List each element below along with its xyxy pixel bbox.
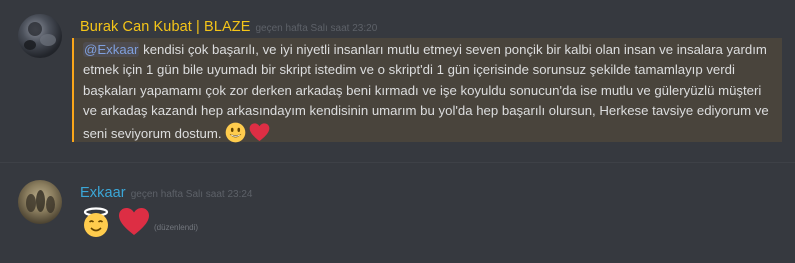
message-header: Exkaar geçen hafta Salı saat 23:24 [80,182,253,201]
heart-icon[interactable] [249,122,270,143]
user-mention[interactable]: @Exkaar [83,42,140,57]
innocent-face-icon[interactable] [80,206,112,238]
message-header: Burak Can Kubat | BLAZE geçen hafta Salı … [80,16,377,35]
username[interactable]: Burak Can Kubat | BLAZE [80,19,251,35]
message-content: (düzenlendi) [80,206,198,238]
username[interactable]: Exkaar [80,185,126,201]
mention-highlight: @Exkaar kendisi çok başarılı, ve iyi niy… [72,38,782,142]
message-content: @Exkaar kendisi çok başarılı, ve iyi niy… [83,40,773,144]
avatar[interactable] [18,180,62,224]
timestamp: geçen hafta Salı saat 23:24 [130,189,253,200]
message-group: Burak Can Kubat | BLAZE geçen hafta Salı … [0,0,795,160]
message-text: kendisi çok başarılı, ve iyi niyetli ins… [83,42,769,141]
timestamp: geçen hafta Salı saat 23:20 [255,23,378,34]
message-group: Exkaar geçen hafta Salı saat 23:24 (düzen… [0,170,795,263]
heart-icon[interactable] [118,206,150,238]
smiley-icon[interactable] [225,122,246,143]
avatar[interactable] [18,14,62,58]
chat-message-list: Burak Can Kubat | BLAZE geçen hafta Salı … [0,0,795,263]
edited-label: (düzenlendi) [154,222,199,232]
message-divider [0,162,795,163]
